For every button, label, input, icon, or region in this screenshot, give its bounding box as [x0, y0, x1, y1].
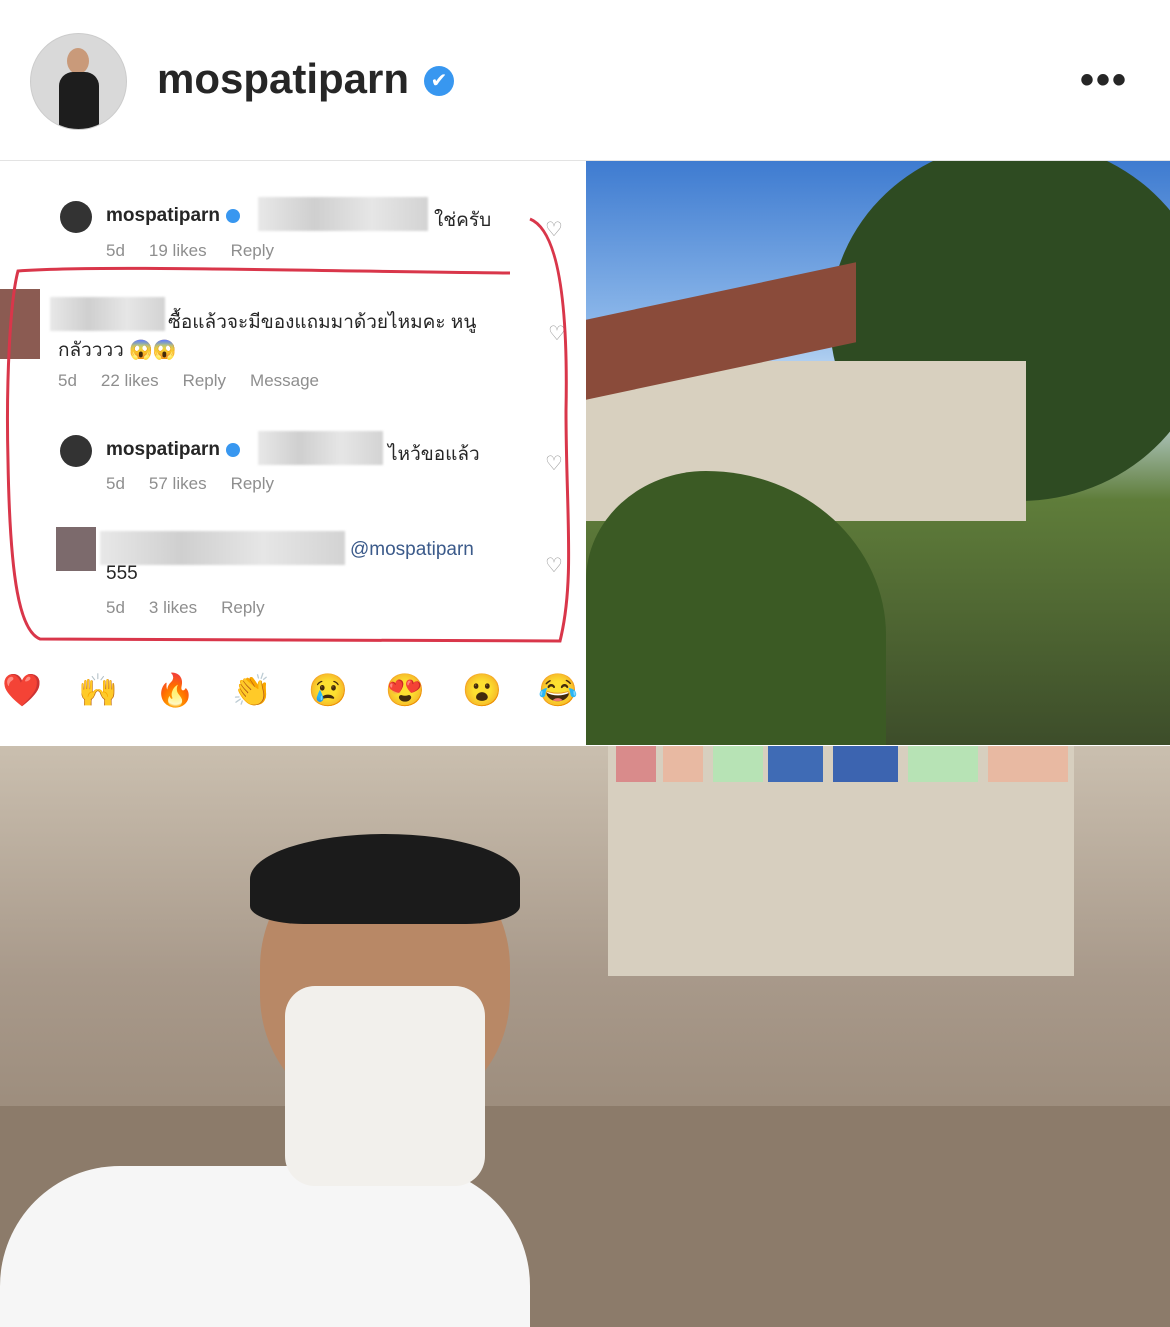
crying-reaction-icon[interactable]: 😢 — [308, 671, 348, 709]
face-mask — [285, 986, 485, 1186]
clapping-reaction-icon[interactable]: 👏 — [232, 671, 272, 709]
interior-windows — [608, 746, 1074, 976]
avatar-body — [59, 72, 99, 129]
laughing-reaction-icon[interactable]: 😂 — [538, 671, 578, 709]
interior-selfie-photo — [0, 746, 1170, 1327]
profile-username[interactable]: mospatiparn — [157, 55, 409, 103]
avatar-head — [67, 48, 89, 74]
red-annotation-outline — [6, 217, 571, 643]
person-shirt — [0, 1166, 530, 1327]
profile-avatar[interactable] — [30, 33, 127, 130]
raised-hands-reaction-icon[interactable]: 🙌 — [78, 671, 118, 709]
comments-screenshot: mospatiparn ใช่ครับ 5d 19 likes Reply ♡ ซื… — [0, 161, 584, 745]
surprised-reaction-icon[interactable]: 😮 — [462, 671, 502, 709]
heart-reaction-icon[interactable]: ❤️ — [2, 671, 42, 709]
verified-badge-icon: ✔ — [424, 66, 454, 96]
person-hair — [250, 834, 520, 924]
heart-eyes-reaction-icon[interactable]: 😍 — [385, 671, 425, 709]
post-header: mospatiparn ✔ ••• — [0, 0, 1170, 161]
more-options-icon[interactable]: ••• — [1080, 58, 1128, 103]
house-exterior-photo — [586, 161, 1170, 745]
fire-reaction-icon[interactable]: 🔥 — [155, 671, 195, 709]
reaction-bar: ❤️ 🙌 🔥 👏 😢 😍 😮 😂 — [0, 671, 584, 731]
